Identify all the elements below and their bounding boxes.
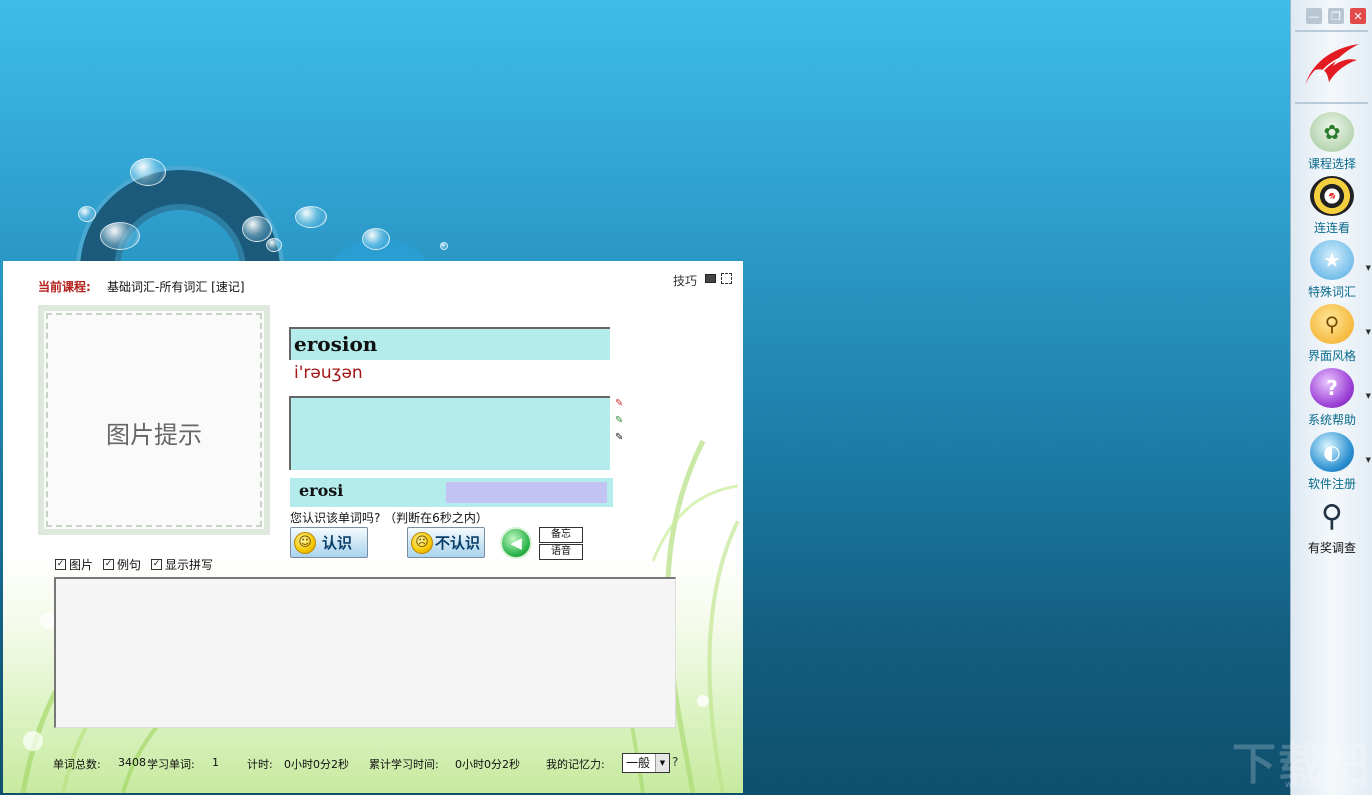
chevron-down-icon[interactable]: ▼ [1366, 392, 1371, 400]
survey-magnifier-icon: ⚲ [1321, 498, 1343, 534]
bubble [78, 206, 96, 222]
register-globe-icon: ◐ [1310, 432, 1354, 472]
confused-face-icon: ☹ [411, 531, 433, 554]
sidebar-item-label: 连连看 [1313, 221, 1350, 235]
window-controls: — ❐ ✕ [1306, 8, 1366, 24]
chevron-down-icon[interactable]: ▼ [1366, 264, 1371, 272]
recognition-question: 您认识该单词吗? （判断在6秒之内） [290, 511, 488, 525]
cumulative-time-label: 累计学习时间: [369, 758, 439, 771]
option-example[interactable]: ✓ 例句 [103, 556, 141, 573]
word-text: erosion [294, 332, 378, 356]
bubble [130, 158, 166, 186]
tips-link[interactable]: 技巧 [673, 272, 697, 289]
bubble [440, 242, 448, 250]
bubble [100, 222, 140, 250]
know-button[interactable]: ☺ 认识 [290, 527, 368, 558]
sidebar-item-label: 有奖调查 [1307, 541, 1356, 555]
sidebar-item-course-select[interactable]: ✿ 课程选择 [1291, 112, 1372, 174]
sidebar-item-software-register[interactable]: ◐ 软件注册 ▼ [1291, 432, 1372, 494]
black-pen-icon[interactable]: ✎ [615, 432, 623, 444]
close-icon[interactable]: ✕ [1350, 8, 1366, 24]
picture-hint-frame: 图片提示 [38, 305, 270, 535]
learned-words-value: 1 [212, 756, 219, 769]
example-sentence-area[interactable] [54, 577, 676, 728]
sidebar-item-special-words[interactable]: ★ 特殊词汇 ▼ [1291, 240, 1372, 302]
chevron-down-icon[interactable]: ▼ [1366, 328, 1371, 336]
sidebar-item-system-help[interactable]: ? 系统帮助 ▼ [1291, 368, 1372, 430]
option-label: 显示拼写 [165, 558, 214, 572]
smile-face-icon: ☺ [294, 531, 316, 554]
option-label: 例句 [117, 558, 142, 572]
sidebar-divider [1295, 102, 1368, 104]
memo-button[interactable]: 备忘 [539, 527, 583, 543]
word-display: erosion [289, 327, 610, 360]
speaker-icon[interactable]: ◀ [500, 527, 532, 559]
sidebar-item-link-game[interactable]: ➶ 连连看 [1291, 176, 1372, 238]
spelling-text: erosi [299, 481, 344, 500]
sidebar-item-label: 系统帮助 [1307, 413, 1356, 427]
sidebar-item-label: 界面风格 [1307, 349, 1356, 363]
watermark-url: www.xiazaiba.com [1285, 780, 1369, 790]
option-show-spelling[interactable]: ✓ 显示拼写 [151, 556, 213, 573]
bubble [295, 206, 327, 228]
dont-know-button-label: 不认识 [435, 534, 481, 552]
memory-help-mark[interactable]: ? [672, 755, 678, 769]
red-pen-icon[interactable]: ✎ [615, 398, 623, 410]
timer-label: 计时: [247, 758, 273, 771]
bubble [266, 238, 282, 252]
panel-minimize-icon[interactable] [705, 274, 716, 283]
sidebar-item-survey[interactable]: ⚲ 有奖调查 [1291, 496, 1372, 558]
sidebar-divider [1295, 30, 1368, 32]
sidebar-item-label: 软件注册 [1307, 477, 1356, 491]
total-words-value: 3408 [118, 756, 146, 769]
memory-select-value: 一般 [626, 756, 651, 770]
sidebar-item-label: 课程选择 [1307, 157, 1356, 171]
chevron-down-icon[interactable]: ▼ [1366, 456, 1371, 464]
current-course-name: 基础词汇-所有词汇 [速记] [107, 280, 245, 294]
dont-know-button[interactable]: ☹ 不认识 [407, 527, 485, 558]
magnifier-tree-icon: ⚲ [1310, 304, 1354, 344]
total-words-label: 单词总数: [53, 758, 101, 771]
spelling-row: erosi [290, 478, 613, 507]
sidebar-item-label: 特殊词汇 [1307, 285, 1356, 299]
minimize-icon[interactable]: — [1306, 8, 1322, 24]
know-button-label: 认识 [322, 534, 353, 552]
book-sprout-icon: ✿ [1310, 112, 1354, 152]
special-words-icon: ★ [1310, 240, 1354, 280]
learning-window: 当前课程: 基础词汇-所有词汇 [速记] 技巧 图片提示 erosion i'r… [3, 261, 743, 793]
restore-icon[interactable]: ❐ [1328, 8, 1344, 24]
learned-words-label: 学习单词: [147, 758, 195, 771]
desktop-wallpaper-art [70, 150, 490, 370]
chevron-down-icon[interactable]: ▼ [655, 754, 669, 772]
help-icon: ? [1310, 368, 1354, 408]
memory-select[interactable]: 一般 ▼ [622, 753, 670, 773]
bubble [242, 216, 272, 242]
panel-maximize-icon[interactable] [721, 273, 732, 284]
display-options: ✓ 图片 ✓ 例句 ✓ 显示拼写 [55, 556, 213, 573]
dartboard-icon: ➶ [1310, 176, 1354, 216]
picture-hint-text: 图片提示 [106, 421, 202, 449]
option-picture[interactable]: ✓ 图片 [55, 556, 93, 573]
memory-label: 我的记忆力: [546, 758, 605, 771]
current-course-label: 当前课程: [38, 280, 91, 294]
sidebar: — ❐ ✕ ✿ 课程选择 ➶ 连连看 ★ 特殊词汇 ▼ ⚲ 界面风格 ▼ ? 系… [1290, 0, 1372, 795]
bubble [362, 228, 390, 250]
meaning-memo-area[interactable] [289, 396, 610, 470]
green-pen-icon[interactable]: ✎ [615, 415, 623, 427]
sidebar-item-skin-style[interactable]: ⚲ 界面风格 ▼ [1291, 304, 1372, 366]
checkbox-checked-icon[interactable]: ✓ [151, 559, 163, 570]
cumulative-time-value: 0小时0分2秒 [455, 758, 520, 771]
checkbox-checked-icon[interactable]: ✓ [103, 559, 115, 570]
voice-button[interactable]: 语音 [539, 544, 583, 560]
phonetic-text: i'rəuʒən [294, 363, 363, 383]
checkbox-checked-icon[interactable]: ✓ [55, 559, 66, 570]
app-logo-icon [1305, 44, 1359, 86]
option-label: 图片 [69, 558, 94, 572]
spelling-input[interactable] [446, 482, 607, 503]
timer-value: 0小时0分2秒 [284, 758, 349, 771]
